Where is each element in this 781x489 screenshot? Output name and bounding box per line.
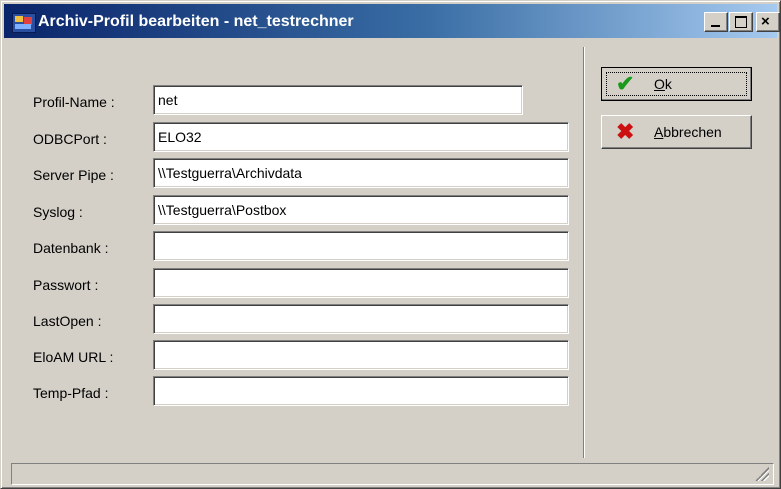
passwort-label: Passwort : xyxy=(33,277,99,293)
temp-pfad-input[interactable] xyxy=(153,376,569,406)
profil-name-input[interactable] xyxy=(153,85,523,115)
syslog-label: Syslog : xyxy=(33,204,83,220)
lastopen-label: LastOpen : xyxy=(33,313,102,329)
dialog-window: Archiv-Profil bearbeiten - net_testrechn… xyxy=(0,0,781,489)
server-pipe-input[interactable] xyxy=(153,158,569,188)
lastopen-input[interactable] xyxy=(153,304,569,334)
odbcport-input[interactable] xyxy=(153,122,569,152)
title-bar[interactable]: Archiv-Profil bearbeiten - net_testrechn… xyxy=(4,4,780,38)
eloam-url-input[interactable] xyxy=(153,340,569,370)
resize-grip-icon[interactable] xyxy=(755,467,769,481)
datenbank-input[interactable] xyxy=(153,231,569,261)
passwort-input[interactable] xyxy=(153,268,569,298)
status-bar xyxy=(11,463,774,485)
odbcport-label: ODBCPort : xyxy=(33,131,107,147)
temp-pfad-label: Temp-Pfad : xyxy=(33,385,109,401)
ok-button[interactable]: ✔ Ok xyxy=(601,67,752,101)
maximize-button[interactable] xyxy=(729,12,753,32)
ok-button-label: Ok xyxy=(654,76,672,92)
app-icon[interactable] xyxy=(12,13,36,33)
close-button[interactable]: × xyxy=(756,12,780,32)
cancel-button-label: Abbrechen xyxy=(654,124,722,140)
cross-icon: ✖ xyxy=(616,119,635,144)
syslog-input[interactable] xyxy=(153,195,569,225)
cancel-button[interactable]: ✖ Abbrechen xyxy=(601,115,752,149)
minimize-button[interactable] xyxy=(704,12,728,32)
profil-name-label: Profil-Name : xyxy=(33,94,115,110)
datenbank-label: Datenbank : xyxy=(33,240,109,256)
eloam-url-label: EloAM URL : xyxy=(33,349,114,365)
server-pipe-label: Server Pipe : xyxy=(33,167,114,183)
close-icon: × xyxy=(761,13,770,30)
window-title: Archiv-Profil bearbeiten - net_testrechn… xyxy=(38,13,354,30)
check-icon: ✔ xyxy=(616,71,635,96)
